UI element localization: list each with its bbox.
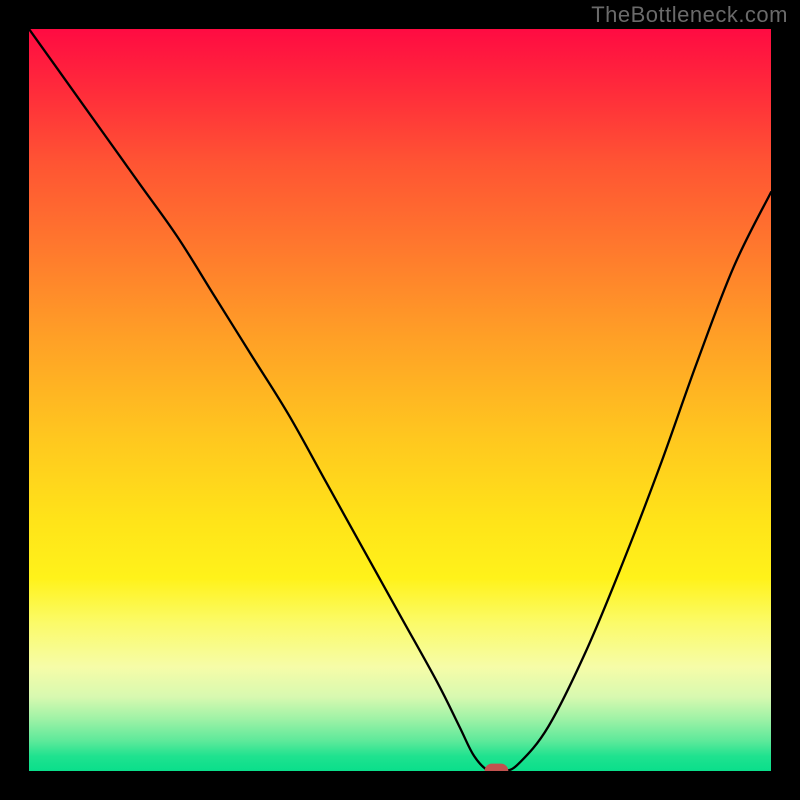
- optimum-marker: [29, 29, 771, 771]
- chart-frame: TheBottleneck.com: [0, 0, 800, 800]
- plot-area: [29, 29, 771, 771]
- watermark-text: TheBottleneck.com: [591, 2, 788, 28]
